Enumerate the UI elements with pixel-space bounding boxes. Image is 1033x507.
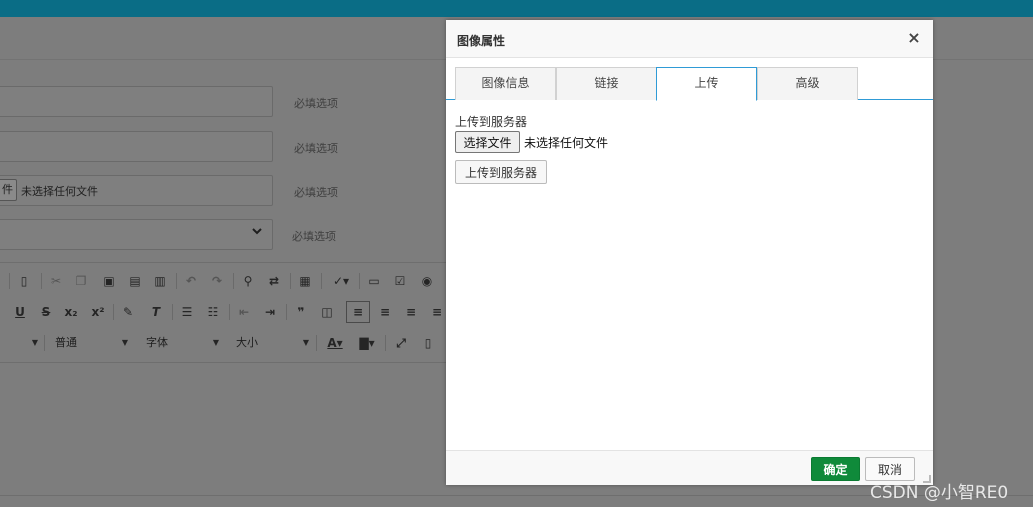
toolbar-separator (385, 335, 386, 351)
maximize-icon[interactable]: ⤢ (393, 335, 409, 351)
toolbar-row-1: ▯ ✂ ❐ ▣ ▤ ▥ ↶ ↷ ⚲ ⇄ ▦ ✓▾ ▭ ☑ ◉ (0, 269, 446, 293)
subscript-icon[interactable]: x₂ (63, 304, 79, 320)
file-status: 未选择任何文件 (524, 136, 609, 150)
watermark: CSDN @小智RE0 (870, 483, 1009, 503)
copy-format-icon[interactable]: ✎ (120, 304, 136, 320)
align-right-icon[interactable]: ≡ (403, 304, 419, 320)
format-combo[interactable]: 普通 ▼ (55, 333, 128, 353)
checkbox-icon[interactable]: ☑ (392, 273, 408, 289)
styles-combo[interactable]: ▼ (20, 333, 38, 353)
paste-word-icon[interactable]: ▥ (152, 273, 168, 289)
cut-icon[interactable]: ✂ (48, 273, 64, 289)
select-all-icon[interactable]: ▦ (297, 273, 313, 289)
blockquote-icon[interactable]: ❞ (293, 304, 309, 320)
tab-upload[interactable]: 上传 (656, 67, 757, 101)
editor-content-area[interactable] (0, 364, 446, 496)
background-choose-file-button[interactable]: 件 (0, 179, 17, 201)
paste-icon[interactable]: ▣ (101, 273, 117, 289)
toolbar-separator (359, 273, 360, 289)
bulleted-list-icon[interactable]: ☷ (205, 304, 221, 320)
background-select[interactable] (0, 219, 273, 250)
tab-advanced[interactable]: 高级 (757, 67, 858, 100)
spellcheck-icon[interactable]: ✓▾ (330, 273, 352, 289)
replace-icon[interactable]: ⇄ (266, 273, 282, 289)
dialog-footer: 确定 取消 (446, 450, 933, 485)
toolbar-separator (44, 335, 45, 351)
toolbar-separator (172, 304, 173, 320)
upload-label: 上传到服务器 (455, 115, 528, 129)
top-bar (0, 0, 1033, 17)
strikethrough-icon[interactable]: S (38, 304, 54, 320)
toolbar-separator (233, 273, 234, 289)
toolbar-separator (290, 273, 291, 289)
background-file-status: 未选择任何文件 (21, 185, 98, 198)
increase-indent-icon[interactable]: ⇥ (262, 304, 278, 320)
show-blocks-icon[interactable]: ▯ (420, 335, 436, 351)
upload-to-server-button[interactable]: 上传到服务器 (455, 160, 547, 184)
background-input-2[interactable] (0, 131, 273, 162)
toolbar-separator (41, 273, 42, 289)
dialog-title: 图像属性 (457, 34, 506, 48)
new-page-icon[interactable]: ▯ (16, 273, 32, 289)
required-hint: 必填选项 (294, 186, 338, 199)
underline-icon[interactable]: U (12, 304, 28, 320)
tab-link[interactable]: 链接 (556, 67, 657, 100)
font-size-combo[interactable]: 大小 ▼ (236, 333, 309, 353)
toolbar-row-2: U S x₂ x² ✎ T ☰ ☷ ⇤ ⇥ ❞ ◫ ≡ ≡ ≡ ≡ (0, 300, 446, 324)
redo-icon[interactable]: ↷ (209, 273, 225, 289)
dialog-title-bar[interactable]: 图像属性 × (446, 20, 933, 58)
toolbar-separator (176, 273, 177, 289)
form-icon[interactable]: ▭ (366, 273, 382, 289)
image-properties-dialog: 图像属性 × 图像信息 链接 上传 高级 上传到服务器 选择文件 未选择任何文件… (446, 20, 933, 485)
required-hint: 必填选项 (294, 142, 338, 155)
toolbar-separator (113, 304, 114, 320)
toolbar-separator (9, 273, 10, 289)
toolbar-row-3: ▼ 普通 ▼ 字体 ▼ 大小 ▼ A▾ ▇▾ ⤢ ▯ (0, 331, 446, 355)
required-hint: 必填选项 (294, 97, 338, 110)
background-color-icon[interactable]: ▇▾ (356, 335, 378, 351)
copy-icon[interactable]: ❐ (73, 273, 89, 289)
editor-toolbar: ▯ ✂ ❐ ▣ ▤ ▥ ↶ ↷ ⚲ ⇄ ▦ ✓▾ ▭ ☑ ◉ U S x₂ x²… (0, 262, 446, 363)
align-left-icon[interactable]: ≡ (346, 301, 370, 323)
required-hint: 必填选项 (292, 230, 336, 243)
chevron-down-icon (252, 228, 262, 235)
toolbar-separator (229, 304, 230, 320)
justify-icon[interactable]: ≡ (429, 304, 445, 320)
dialog-tabs: 图像信息 链接 上传 高级 (446, 67, 933, 101)
remove-format-icon[interactable]: T (148, 304, 164, 320)
numbered-list-icon[interactable]: ☰ (179, 304, 195, 320)
decrease-indent-icon[interactable]: ⇤ (236, 304, 252, 320)
close-icon[interactable]: × (907, 30, 921, 46)
paste-text-icon[interactable]: ▤ (127, 273, 143, 289)
div-container-icon[interactable]: ◫ (319, 304, 335, 320)
toolbar-separator (321, 273, 322, 289)
text-color-icon[interactable]: A▾ (324, 335, 346, 351)
background-input-1[interactable] (0, 86, 273, 117)
toolbar-separator (286, 304, 287, 320)
tab-image-info[interactable]: 图像信息 (455, 67, 556, 100)
radio-icon[interactable]: ◉ (419, 273, 435, 289)
toolbar-separator (316, 335, 317, 351)
font-combo[interactable]: 字体 ▼ (146, 333, 219, 353)
align-center-icon[interactable]: ≡ (377, 304, 393, 320)
find-icon[interactable]: ⚲ (240, 273, 256, 289)
superscript-icon[interactable]: x² (90, 304, 106, 320)
undo-icon[interactable]: ↶ (183, 273, 199, 289)
choose-file-button[interactable]: 选择文件 (455, 131, 520, 153)
ok-button[interactable]: 确定 (811, 457, 860, 481)
